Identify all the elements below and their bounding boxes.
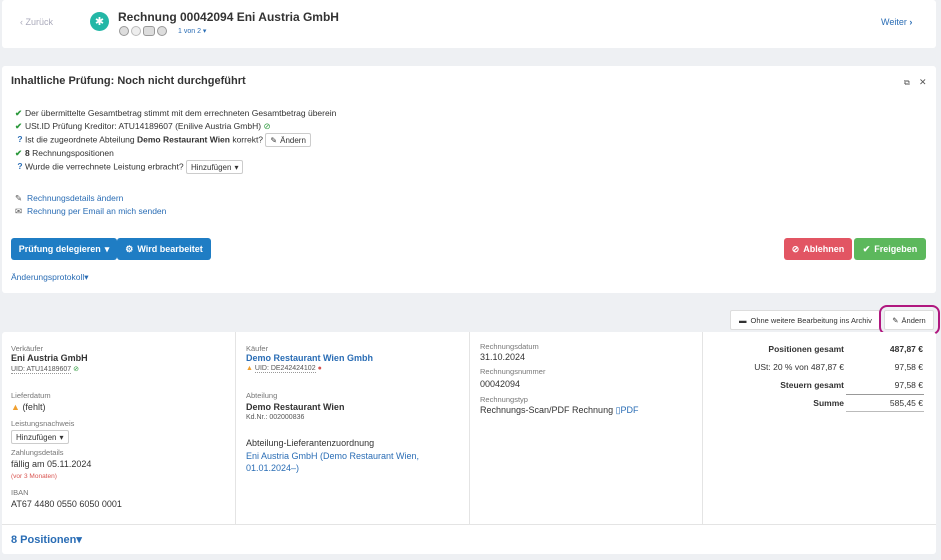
popout-icon[interactable]: ⧉ (904, 78, 910, 88)
invoice-badge-icon: ✱ (90, 12, 109, 31)
sum-divider (846, 394, 924, 395)
caret-down-icon: ▾ (104, 243, 110, 254)
pdf-link[interactable]: ▯PDF (616, 405, 639, 415)
review-title: Inhaltliche Prüfung: Noch nicht durchgef… (11, 75, 246, 87)
envelope-icon: ✉ (15, 206, 23, 216)
iban-label: IBAN (11, 488, 29, 497)
sum-label: Summe (813, 398, 844, 408)
column-divider (469, 332, 470, 524)
verified-icon: ⊘ (263, 121, 271, 131)
verified-icon: ⊘ (73, 366, 80, 373)
checkmark-icon: ✔ (862, 243, 871, 254)
invoice-number-label: Rechnungsnummer (480, 367, 546, 376)
check-icon: ✔ (15, 148, 23, 158)
iban-value: AT67 4480 0550 6050 0001 (11, 499, 122, 509)
payment-label: Zahlungsdetails (11, 448, 64, 457)
details-panel: Verkäufer Eni Austria GmbH UID: ATU14189… (2, 332, 936, 554)
caret-down-icon: ▾ (59, 432, 64, 442)
review-panel: Inhaltliche Prüfung: Noch nicht durchgef… (2, 66, 936, 293)
column-divider (702, 332, 703, 524)
chevron-left-icon: ‹ (20, 17, 23, 27)
caret-down-icon: ▾ (84, 272, 89, 282)
print-icon[interactable] (157, 26, 167, 36)
sum-value: 585,45 € (889, 398, 923, 408)
question-icon: ? (17, 134, 23, 145)
proof-dropdown[interactable]: Hinzufügen ▾ (11, 430, 69, 444)
assignment-link[interactable]: Eni Austria GmbH (Demo Restaurant Wien, … (246, 450, 419, 474)
delivery-date-value: ▲ (fehlt) (11, 402, 46, 412)
highlight-outline (879, 305, 940, 335)
footer-divider (2, 524, 936, 525)
invoice-date-label: Rechnungsdatum (480, 342, 539, 351)
chevron-right-icon: › (909, 17, 913, 27)
column-divider (235, 332, 236, 524)
page-title: Rechnung 00042094 Eni Austria GmbH (118, 10, 339, 24)
customer-number: Kd.Nr.: 002000836 (246, 414, 305, 421)
changelog-toggle[interactable]: Änderungsprotokoll▾ (11, 272, 89, 283)
vat-label: USt: 20 % von 487,87 € (754, 362, 844, 372)
back-button[interactable]: ‹ Zurück (20, 17, 53, 27)
taxes-total-value: 97,58 € (894, 380, 923, 390)
check-vat-id: ✔ USt.ID Prüfung Kreditor: ATU14189607 (E… (15, 121, 271, 131)
delegate-button[interactable]: Prüfung delegieren ▾ (11, 238, 117, 260)
pencil-icon: ✎ (270, 135, 278, 145)
invoice-date-value: 31.10.2024 (480, 352, 526, 362)
warning-icon: ▲ (11, 402, 20, 412)
taxes-total-label: Steuern gesamt (780, 380, 844, 390)
in-progress-button[interactable]: ⚙ Wird bearbeitet (117, 238, 211, 260)
check-icon: ✔ (15, 121, 23, 131)
caret-down-icon: ▾ (234, 162, 239, 172)
ban-icon: ⊘ (791, 243, 800, 254)
question-icon: ? (17, 161, 23, 172)
archive-button[interactable]: ▬ Ohne weitere Bearbeitung ins Archiv (730, 310, 880, 330)
seller-label: Verkäufer (11, 344, 44, 353)
payment-note: (vor 3 Monaten) (11, 473, 57, 480)
caret-down-icon: ▾ (76, 534, 82, 546)
error-icon: ● (317, 365, 322, 372)
invoice-number-value: 00042094 (480, 379, 521, 389)
check-positions: ✔ 8 Rechnungspositionen (15, 148, 114, 158)
positions-total-value: 487,87 € (889, 344, 923, 354)
attachment-icon[interactable] (131, 26, 141, 36)
check-icon: ✔ (15, 108, 23, 118)
chevron-down-icon: ▾ (202, 28, 207, 35)
vat-value: 97,58 € (894, 362, 923, 372)
question-service: ? Wurde die verrechnete Leistung erbracht… (15, 160, 244, 174)
doc-icon[interactable] (119, 26, 129, 36)
invoice-type-label: Rechnungstyp (480, 395, 528, 404)
send-email-link[interactable]: ✉ Rechnung per Email an mich senden (15, 206, 166, 217)
delivery-date-label: Lieferdatum (11, 391, 51, 400)
document-icons (119, 26, 167, 36)
next-button[interactable]: Weiter › (881, 17, 912, 27)
edit-details-link[interactable]: ✎ Rechnungsdetails ändern (15, 193, 123, 204)
header-bar: ‹ Zurück ✱ Rechnung 00042094 Eni Austria… (2, 0, 936, 48)
positions-toggle[interactable]: 8 Positionen▾ (11, 533, 82, 546)
gears-icon: ⚙ (125, 243, 134, 254)
sum-underline (846, 411, 924, 412)
reject-button[interactable]: ⊘ Ablehnen (784, 238, 852, 260)
positions-total-label: Positionen gesamt (768, 344, 844, 354)
payment-due: fällig am 05.11.2024 (11, 459, 92, 469)
approve-button[interactable]: ✔ Freigeben (854, 238, 926, 260)
seller-uid: UID: ATU14189607 ⊘ (11, 366, 80, 374)
question-department: ? Ist die zugeordnete Abteilung Demo Rest… (15, 133, 311, 147)
add-proof-dropdown[interactable]: Hinzufügen ▾ (185, 160, 244, 174)
department-label: Abteilung (246, 391, 278, 400)
close-icon[interactable]: ✕ (919, 77, 927, 88)
buyer-name[interactable]: Demo Restaurant Wien Gmbh (246, 353, 373, 363)
buyer-label: Käufer (246, 344, 269, 353)
assignment-label: Abteilung-Lieferantenzuordnung (246, 438, 375, 448)
proof-label: Leistungsnachweis (11, 419, 75, 428)
department-name: Demo Restaurant Wien (246, 402, 345, 412)
check-total-amount: ✔ Der übermittelte Gesamtbetrag stimmt mi… (15, 108, 337, 118)
pencil-icon: ✎ (15, 193, 23, 203)
image-icon[interactable] (143, 26, 155, 36)
invoice-type-value: Rechnungs-Scan/PDF Rechnung ▯PDF (480, 405, 639, 415)
buyer-uid: ▲ UID: DE242424102 ● (246, 365, 322, 373)
warning-icon: ▲ (246, 365, 253, 372)
archive-icon: ▬ (739, 315, 747, 325)
seller-name: Eni Austria GmbH (11, 353, 88, 363)
page-indicator[interactable]: 1 von 2 ▾ (178, 27, 206, 35)
change-department-button[interactable]: ✎ Ändern (265, 133, 311, 147)
